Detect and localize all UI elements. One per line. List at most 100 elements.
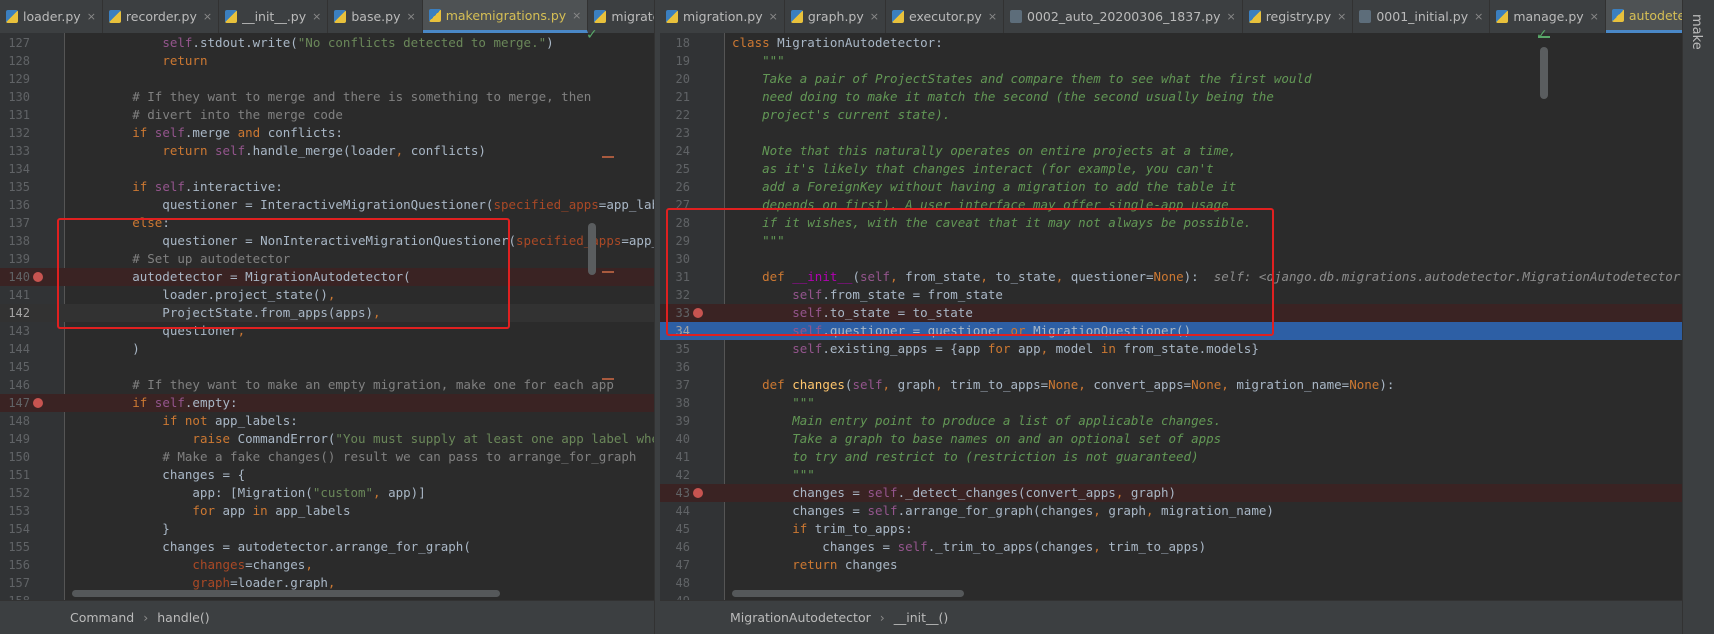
code-line[interactable]: 20 Take a pair of ProjectStates and comp…	[660, 70, 1682, 88]
code-line[interactable]: 145	[0, 358, 654, 376]
editor-tab[interactable]: manage.py ×	[1490, 0, 1606, 33]
close-icon[interactable]: ×	[1474, 10, 1483, 23]
close-icon[interactable]: ×	[1590, 10, 1599, 23]
editor-tab[interactable]: executor.py ×	[886, 0, 1005, 33]
code-line[interactable]: 153 for app in app_labels	[0, 502, 654, 520]
breadcrumb-method[interactable]: __init__()	[894, 610, 949, 625]
code-line[interactable]: 150 # Make a fake changes() result we ca…	[0, 448, 654, 466]
close-icon[interactable]: ×	[572, 9, 581, 22]
code-line[interactable]: 131 # divert into the merge code	[0, 106, 654, 124]
right-vertical-scrollbar[interactable]	[1540, 47, 1548, 99]
close-icon[interactable]: ×	[769, 10, 778, 23]
editor-tab[interactable]: recorder.py ×	[103, 0, 220, 33]
left-horizontal-scrollbar[interactable]	[72, 590, 500, 597]
breadcrumb-class[interactable]: Command	[70, 610, 134, 625]
editor-tab[interactable]: registry.py ×	[1243, 0, 1354, 33]
django-file-icon	[1010, 10, 1023, 23]
code-line[interactable]: 21 need doing to make it match the secon…	[660, 88, 1682, 106]
editor-tab[interactable]: migration.py ×	[660, 0, 785, 33]
code-line[interactable]: 148 if not app_labels:	[0, 412, 654, 430]
line-number: 25	[675, 162, 690, 176]
code-line[interactable]: 156 changes=changes,	[0, 556, 654, 574]
close-icon[interactable]: ×	[203, 10, 212, 23]
code-line[interactable]: 127 self.stdout.write("No conflicts dete…	[0, 34, 654, 52]
tab-label: makemigrations.py	[445, 7, 567, 23]
line-number: 135	[8, 180, 30, 194]
inspection-ok-icon[interactable]: ✓	[586, 27, 598, 43]
code-line[interactable]: 42 """	[660, 466, 1682, 484]
code-line[interactable]: 129	[0, 70, 654, 88]
right-horizontal-scrollbar[interactable]	[732, 590, 964, 597]
code-line[interactable]: 38 """	[660, 394, 1682, 412]
close-icon[interactable]: ×	[1337, 10, 1346, 23]
code-line[interactable]: 45 if trim_to_apps:	[660, 520, 1682, 538]
code-line[interactable]: 133 return self.handle_merge(loader, con…	[0, 142, 654, 160]
tool-window-make[interactable]: make	[1689, 14, 1704, 50]
code-line[interactable]: 35 self.existing_apps = {app for app, mo…	[660, 340, 1682, 358]
code-line[interactable]: 22 project's current state).	[660, 106, 1682, 124]
right-code-editor[interactable]: 18 class MigrationAutodetector: 19 """ 20 T…	[660, 27, 1682, 608]
code-line[interactable]: 26 add a ForeignKey without having a mig…	[660, 178, 1682, 196]
code-line[interactable]: 37 def changes(self, graph, trim_to_apps…	[660, 376, 1682, 394]
tab-label: recorder.py	[125, 9, 197, 24]
code-line[interactable]: 154 }	[0, 520, 654, 538]
code-line[interactable]: 46 changes = self._trim_to_apps(changes,…	[660, 538, 1682, 556]
code-line[interactable]: 155 changes = autodetector.arrange_for_g…	[0, 538, 654, 556]
code-line[interactable]: 135 if self.interactive:	[0, 178, 654, 196]
left-vertical-scrollbar[interactable]	[588, 223, 596, 275]
editor-tab[interactable]: 0001_initial.py ×	[1353, 0, 1491, 33]
line-number: 130	[8, 90, 30, 104]
code-line[interactable]: 130 # If they want to merge and there is…	[0, 88, 654, 106]
code-line[interactable]: 152 app: [Migration("custom", app)]	[0, 484, 654, 502]
code-line[interactable]: 36	[660, 358, 1682, 376]
editor-tab[interactable]: loader.py ×	[0, 0, 103, 33]
line-number: 128	[8, 54, 30, 68]
line-number: 46	[675, 540, 690, 554]
breadcrumb-class[interactable]: MigrationAutodetector	[730, 610, 871, 625]
inspection-ok-icon[interactable]: ✓	[1536, 27, 1548, 43]
editor-tab[interactable]: base.py ×	[328, 0, 423, 33]
close-icon[interactable]: ×	[988, 10, 997, 23]
code-line[interactable]: 44 changes = self.arrange_for_graph(chan…	[660, 502, 1682, 520]
editor-tab[interactable]: __init__.py ×	[219, 0, 329, 33]
breadcrumb-method[interactable]: handle()	[157, 610, 209, 625]
code-line[interactable]: 128 return	[0, 52, 654, 70]
code-line[interactable]: 132 if self.merge and conflicts:	[0, 124, 654, 142]
code-line[interactable]: 41 to try and restrict to (restriction i…	[660, 448, 1682, 466]
editor-tab[interactable]: graph.py ×	[785, 0, 886, 33]
editor-tab[interactable]: makemigrations.py ×	[422, 0, 589, 33]
code-line[interactable]: 136 questioner = InteractiveMigrationQue…	[0, 196, 654, 214]
close-icon[interactable]: ×	[870, 10, 879, 23]
close-icon[interactable]: ×	[312, 10, 321, 23]
code-line[interactable]: 151 changes = {	[0, 466, 654, 484]
code-line[interactable]: 47 return changes	[660, 556, 1682, 574]
line-number: 21	[675, 90, 690, 104]
breakpoint-icon[interactable]	[33, 272, 43, 282]
code-line[interactable]: 134	[0, 160, 654, 178]
code-line[interactable]: 25 as it's likely that changes interact …	[660, 160, 1682, 178]
left-code-editor[interactable]: 127 self.stdout.write("No conflicts dete…	[0, 27, 654, 608]
code-line[interactable]: 19 """	[660, 52, 1682, 70]
editor-tab[interactable]: autodetector.py×	[1605, 0, 1682, 33]
code-line[interactable]: 43 changes = self._detect_changes(conver…	[660, 484, 1682, 502]
code-line[interactable]: 39 Main entry point to produce a list of…	[660, 412, 1682, 430]
close-icon[interactable]: ×	[87, 10, 96, 23]
right-tab-bar: migration.py × graph.py × executor.py × 0002_a…	[660, 0, 1682, 34]
breakpoint-icon[interactable]	[693, 488, 703, 498]
code-line[interactable]: 23	[660, 124, 1682, 142]
code-line[interactable]: 24 Note that this naturally operates on …	[660, 142, 1682, 160]
code-line[interactable]: 144 )	[0, 340, 654, 358]
code-line[interactable]: 40 Take a graph to base names on and an …	[660, 430, 1682, 448]
close-icon[interactable]: ×	[406, 10, 415, 23]
editor-tab[interactable]: 0002_auto_20200306_1837.py ×	[1004, 0, 1243, 33]
code-line[interactable]: 149 raise CommandError("You must supply …	[0, 430, 654, 448]
code-text: self.existing_apps = {app for app, model…	[792, 341, 1259, 356]
code-line[interactable]: 146 # If they want to make an empty migr…	[0, 376, 654, 394]
line-number: 35	[675, 342, 690, 356]
close-icon[interactable]: ×	[1226, 10, 1235, 23]
editor-tab[interactable]: migrate.py×	[588, 0, 654, 33]
breakpoint-icon[interactable]	[33, 398, 43, 408]
code-text: # If they want to merge and there is som…	[132, 89, 592, 104]
code-line[interactable]: 147 if self.empty:	[0, 394, 654, 412]
code-line[interactable]: 18 class MigrationAutodetector:	[660, 34, 1682, 52]
